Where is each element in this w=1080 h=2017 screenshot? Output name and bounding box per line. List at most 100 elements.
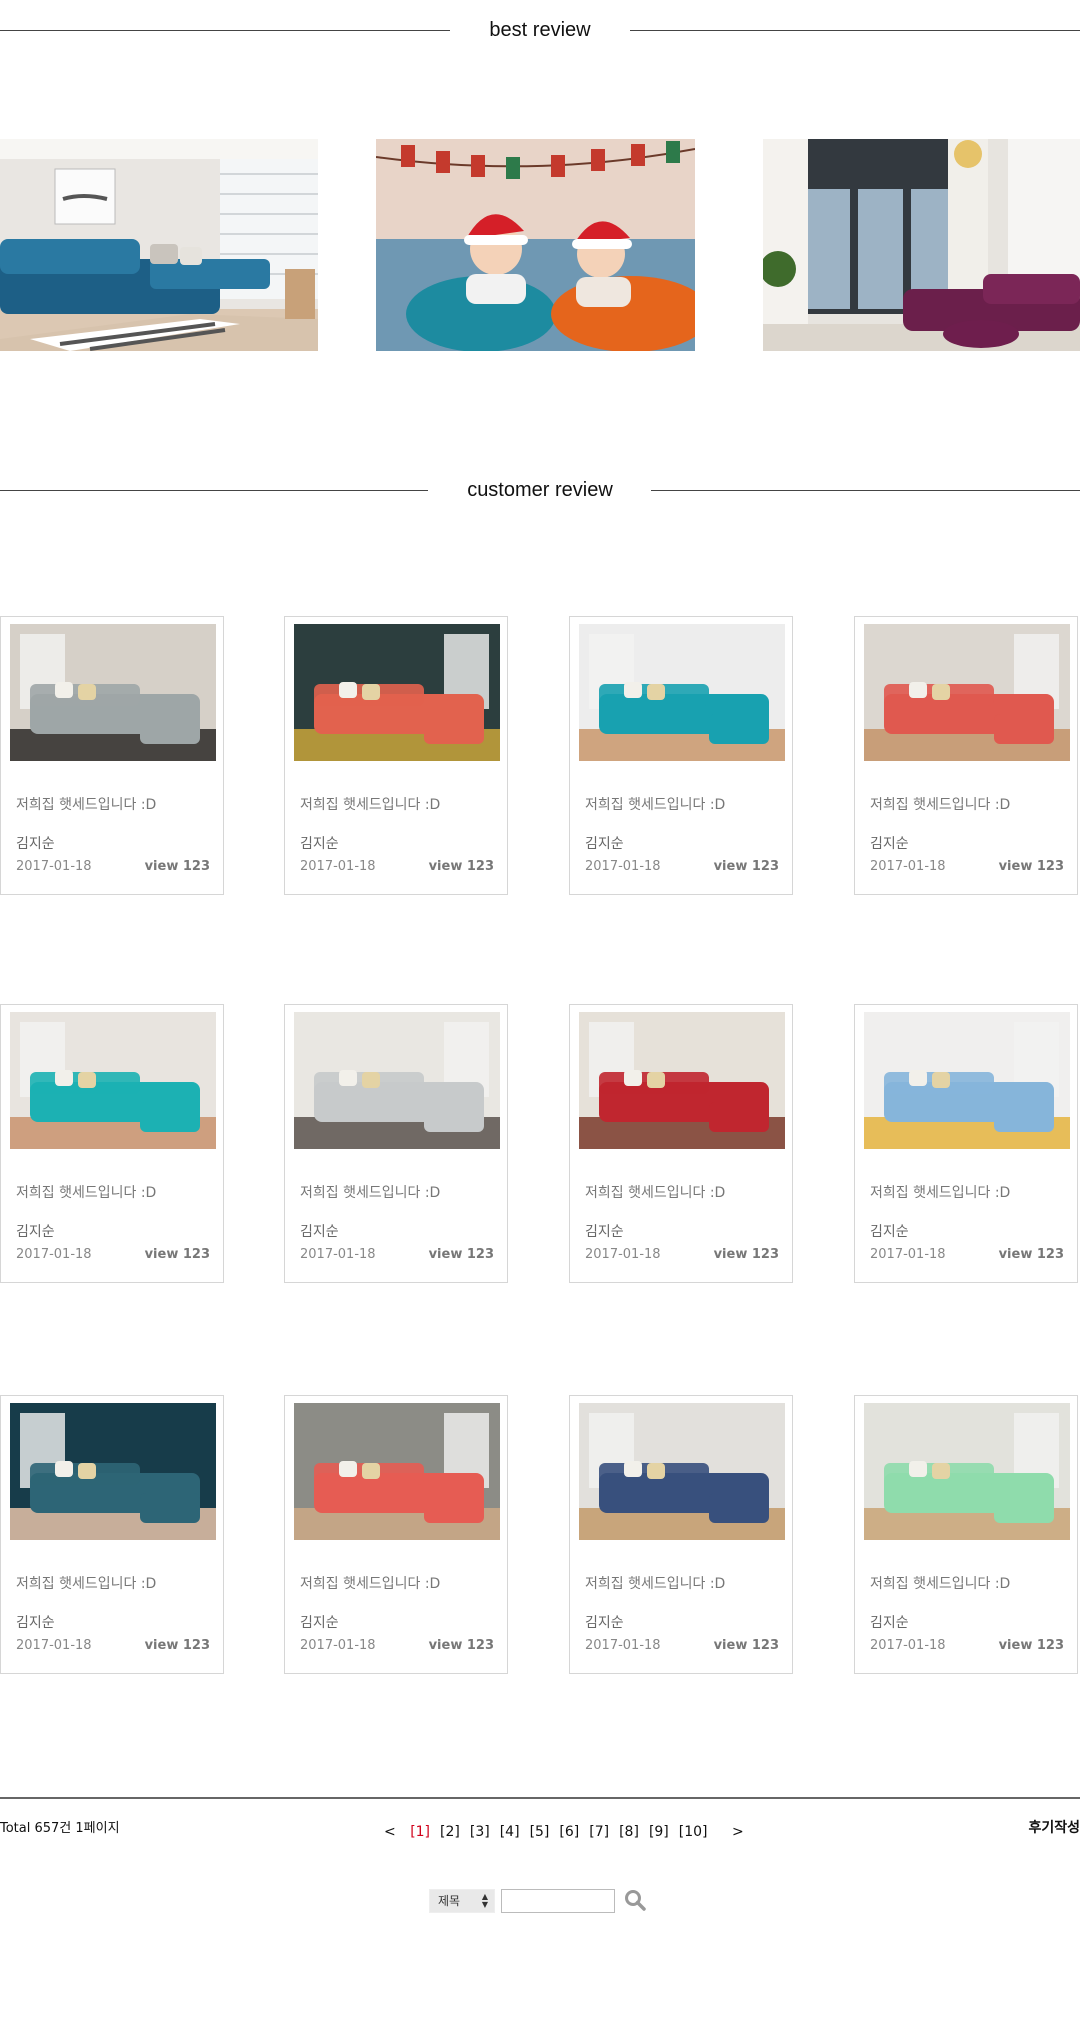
review-card[interactable]: 저희집 햇세드입니다 :D 김지순 2017-01-18 view 123 [569, 616, 793, 895]
page-link[interactable]: [4] [500, 1824, 520, 1840]
search-input[interactable] [501, 1889, 615, 1913]
review-author: 김지순 [585, 1224, 624, 1240]
review-thumbnail[interactable] [10, 624, 216, 761]
review-card[interactable]: 저희집 햇세드입니다 :D 김지순 2017-01-18 view 123 [0, 1004, 224, 1283]
review-title[interactable]: 저희집 햇세드입니다 :D [585, 1182, 725, 1202]
review-views: view 123 [428, 1247, 494, 1262]
page-link[interactable]: [2] [440, 1824, 460, 1840]
review-card[interactable]: 저희집 햇세드입니다 :D 김지순 2017-01-18 view 123 [0, 1395, 224, 1674]
review-views: view 123 [713, 859, 779, 874]
divider-right [630, 30, 1080, 31]
review-date: 2017-01-18 [870, 1247, 946, 1262]
review-views: view 123 [998, 859, 1064, 874]
review-thumbnail[interactable] [294, 624, 500, 761]
search-field-value: 제목 [438, 1894, 461, 1908]
review-thumbnail[interactable] [10, 1012, 216, 1149]
page-link[interactable]: [9] [649, 1824, 669, 1840]
write-review-button[interactable]: 후기작성 [1028, 1817, 1080, 1837]
review-date: 2017-01-18 [300, 859, 376, 874]
list-divider [0, 1797, 1080, 1799]
review-title[interactable]: 저희집 햇세드입니다 :D [870, 794, 1010, 814]
review-views: view 123 [144, 1638, 210, 1653]
review-title[interactable]: 저희집 햇세드입니다 :D [300, 1182, 440, 1202]
review-author: 김지순 [870, 1224, 909, 1240]
review-card[interactable]: 저희집 햇세드입니다 :D 김지순 2017-01-18 view 123 [569, 1395, 793, 1674]
review-thumbnail[interactable] [294, 1403, 500, 1540]
review-date: 2017-01-18 [16, 1638, 92, 1653]
page-link[interactable]: [8] [619, 1824, 639, 1840]
review-thumbnail[interactable] [579, 1403, 785, 1540]
review-author: 김지순 [300, 1224, 339, 1240]
review-card[interactable]: 저희집 햇세드입니다 :D 김지순 2017-01-18 view 123 [569, 1004, 793, 1283]
review-author: 김지순 [300, 1615, 339, 1631]
search-icon[interactable] [624, 1889, 648, 1913]
review-title[interactable]: 저희집 햇세드입니다 :D [585, 794, 725, 814]
review-views: view 123 [144, 859, 210, 874]
best-review-image-2[interactable] [376, 139, 695, 351]
review-author: 김지순 [300, 836, 339, 852]
review-date: 2017-01-18 [16, 1247, 92, 1262]
review-card[interactable]: 저희집 햇세드입니다 :D 김지순 2017-01-18 view 123 [854, 1395, 1078, 1674]
pagination: < [1] [2] [3] [4] [5] [6] [7] [8] [9] [10] > [384, 1824, 754, 1840]
review-card[interactable]: 저희집 햇세드입니다 :D 김지순 2017-01-18 view 123 [284, 1395, 508, 1674]
review-card[interactable]: 저희집 햇세드입니다 :D 김지순 2017-01-18 view 123 [854, 616, 1078, 895]
page-link[interactable]: [6] [559, 1824, 579, 1840]
review-date: 2017-01-18 [300, 1247, 376, 1262]
review-author: 김지순 [870, 836, 909, 852]
review-thumbnail[interactable] [294, 1012, 500, 1149]
total-count: Total 657건 1페이지 [0, 1821, 120, 1836]
review-title[interactable]: 저희집 햇세드입니다 :D [300, 794, 440, 814]
review-author: 김지순 [870, 1615, 909, 1631]
review-views: view 123 [998, 1638, 1064, 1653]
review-date: 2017-01-18 [300, 1638, 376, 1653]
best-review-image-1[interactable] [0, 139, 318, 351]
prev-page-button[interactable]: < [384, 1824, 396, 1840]
best-review-header: best review [0, 10, 1080, 50]
review-title[interactable]: 저희집 햇세드입니다 :D [16, 1573, 156, 1593]
review-date: 2017-01-18 [585, 859, 661, 874]
page-link[interactable]: [3] [470, 1824, 490, 1840]
review-thumbnail[interactable] [864, 1012, 1070, 1149]
page-link[interactable]: [5] [530, 1824, 550, 1840]
customer-review-header: customer review [0, 470, 1080, 510]
review-title[interactable]: 저희집 햇세드입니다 :D [585, 1573, 725, 1593]
page-link[interactable]: [7] [589, 1824, 609, 1840]
search-field-select[interactable]: 제목 ▲ ▼ [429, 1889, 495, 1913]
review-card[interactable]: 저희집 햇세드입니다 :D 김지순 2017-01-18 view 123 [284, 616, 508, 895]
review-date: 2017-01-18 [585, 1247, 661, 1262]
next-page-button[interactable]: > [732, 1824, 744, 1840]
divider-right [651, 490, 1080, 491]
review-date: 2017-01-18 [870, 1638, 946, 1653]
review-views: view 123 [428, 1638, 494, 1653]
review-thumbnail[interactable] [579, 624, 785, 761]
review-views: view 123 [428, 859, 494, 874]
review-title[interactable]: 저희집 햇세드입니다 :D [16, 1182, 156, 1202]
page-link[interactable]: [1] [410, 1824, 430, 1840]
review-thumbnail[interactable] [864, 1403, 1070, 1540]
review-views: view 123 [144, 1247, 210, 1262]
review-views: view 123 [998, 1247, 1064, 1262]
select-arrows-icon: ▲ ▼ [481, 1892, 488, 1909]
review-card[interactable]: 저희집 햇세드입니다 :D 김지순 2017-01-18 view 123 [0, 616, 224, 895]
review-title[interactable]: 저희집 햇세드입니다 :D [300, 1573, 440, 1593]
review-title[interactable]: 저희집 햇세드입니다 :D [16, 794, 156, 814]
review-author: 김지순 [585, 836, 624, 852]
review-views: view 123 [713, 1247, 779, 1262]
review-author: 김지순 [16, 1224, 55, 1240]
review-author: 김지순 [585, 1615, 624, 1631]
review-title[interactable]: 저희집 햇세드입니다 :D [870, 1182, 1010, 1202]
review-title[interactable]: 저희집 햇세드입니다 :D [870, 1573, 1010, 1593]
review-views: view 123 [713, 1638, 779, 1653]
review-date: 2017-01-18 [585, 1638, 661, 1653]
review-author: 김지순 [16, 836, 55, 852]
review-date: 2017-01-18 [870, 859, 946, 874]
review-card[interactable]: 저희집 햇세드입니다 :D 김지순 2017-01-18 view 123 [284, 1004, 508, 1283]
best-review-image-3[interactable] [763, 139, 1080, 351]
review-date: 2017-01-18 [16, 859, 92, 874]
page-link[interactable]: [10] [679, 1824, 708, 1840]
review-thumbnail[interactable] [579, 1012, 785, 1149]
review-thumbnail[interactable] [10, 1403, 216, 1540]
review-author: 김지순 [16, 1615, 55, 1631]
review-thumbnail[interactable] [864, 624, 1070, 761]
review-card[interactable]: 저희집 햇세드입니다 :D 김지순 2017-01-18 view 123 [854, 1004, 1078, 1283]
